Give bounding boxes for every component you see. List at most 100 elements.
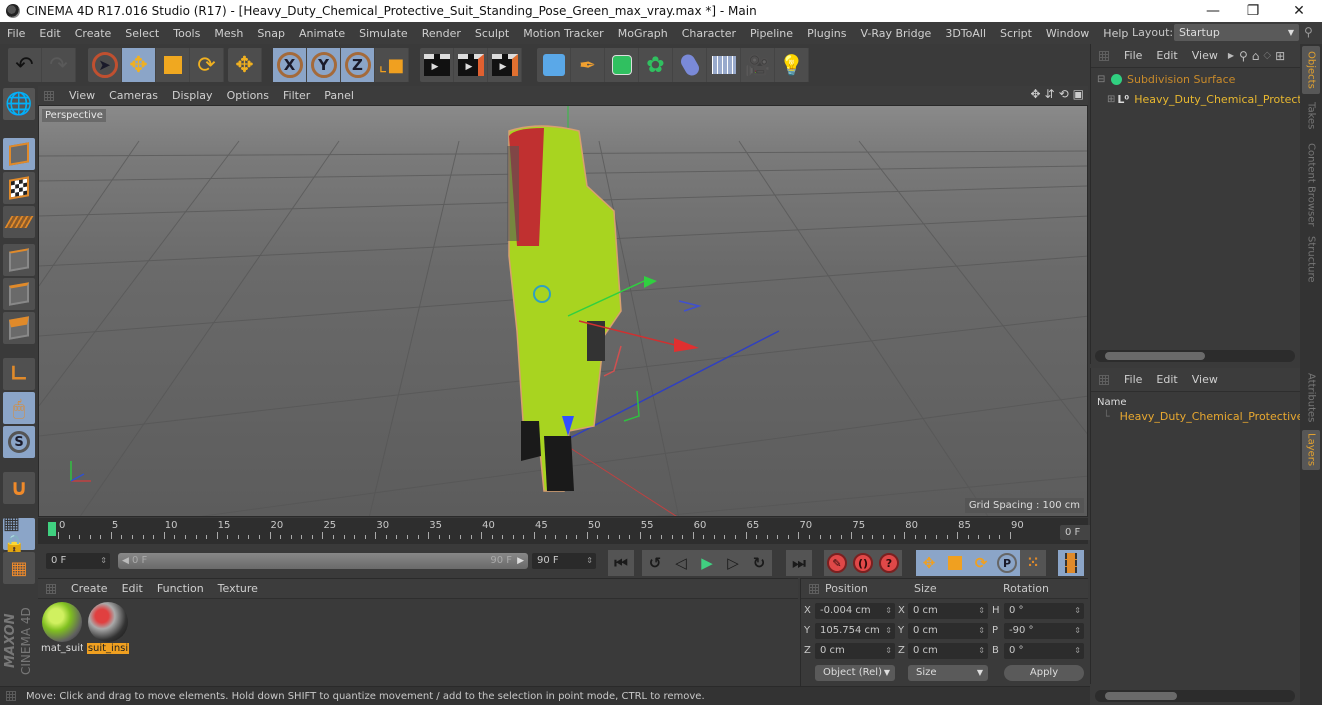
autokeying-button[interactable]: () xyxy=(850,550,876,576)
size-field[interactable]: 0 cm ⇕ xyxy=(908,643,988,659)
viewport-menu-options[interactable]: Options xyxy=(220,89,276,102)
layer-menu-file[interactable]: File xyxy=(1117,373,1149,386)
home-icon[interactable]: ⌂ xyxy=(1250,49,1262,63)
panel-grip-icon[interactable] xyxy=(44,90,54,101)
object-row-subdivision[interactable]: ⊟ Subdivision Surface xyxy=(1091,69,1300,89)
size-field[interactable]: 0 cm ⇕ xyxy=(908,603,988,619)
play-button[interactable]: ▶ xyxy=(694,550,720,576)
make-editable-button[interactable]: 🌐 xyxy=(3,88,35,120)
menu-plugins[interactable]: Plugins xyxy=(800,27,853,40)
position-field[interactable]: -0.004 cm ⇕ xyxy=(815,603,895,619)
playhead-marker[interactable] xyxy=(48,522,56,536)
viewport-menu-panel[interactable]: Panel xyxy=(317,89,361,102)
model-mode-button[interactable] xyxy=(3,138,35,170)
previous-frame-button[interactable]: ◁ xyxy=(668,550,694,576)
maximize-view-icon[interactable]: ▣ xyxy=(1073,87,1084,101)
menu-script[interactable]: Script xyxy=(993,27,1039,40)
locked-workplane-button[interactable]: ▦🔒 xyxy=(3,513,35,555)
menu-render[interactable]: Render xyxy=(415,27,468,40)
menu-tools[interactable]: Tools xyxy=(166,27,207,40)
timeline-button[interactable] xyxy=(1058,550,1084,576)
tab-attributes[interactable]: Attributes xyxy=(1302,370,1320,426)
magnet-button[interactable]: ∪ xyxy=(3,472,35,504)
x-axis-lock-button[interactable]: X xyxy=(273,48,307,82)
gizmo-y-head[interactable] xyxy=(644,276,657,288)
menu-mograph[interactable]: MoGraph xyxy=(611,27,675,40)
move-tool-button[interactable]: ✥ xyxy=(122,48,156,82)
more-menu-arrow-icon[interactable]: ▶ xyxy=(1225,51,1237,60)
layer-horizontal-scrollbar[interactable] xyxy=(1095,690,1295,702)
key-parameter-button[interactable]: P xyxy=(994,550,1020,576)
frame-range-slider[interactable]: ◀ 0 F 90 F ▶ xyxy=(118,553,528,569)
viewport-menu-display[interactable]: Display xyxy=(165,89,220,102)
render-settings-button[interactable] xyxy=(488,48,522,82)
axis-mode-button[interactable]: ∟ xyxy=(3,358,35,390)
panel-grip-icon[interactable] xyxy=(1099,50,1109,61)
add-light-button[interactable]: 💡 xyxy=(775,48,809,82)
orbit-icon[interactable]: ⟲ xyxy=(1059,87,1069,101)
scrollbar-thumb[interactable] xyxy=(1105,692,1177,700)
rotation-field[interactable]: -90 ° ⇕ xyxy=(1004,623,1084,639)
search-icon[interactable]: ⚲ xyxy=(1304,25,1313,39)
workplane-mode-button[interactable] xyxy=(3,206,35,238)
y-axis-lock-button[interactable]: Y xyxy=(307,48,341,82)
object-row-suit[interactable]: ⊞ L⁰ Heavy_Duty_Chemical_Protective_ xyxy=(1091,89,1300,109)
restore-button[interactable]: ❐ xyxy=(1230,0,1276,22)
add-deformer-button[interactable] xyxy=(673,48,707,82)
material-menu-function[interactable]: Function xyxy=(150,582,211,595)
coordinate-system-button[interactable]: ⌞■ xyxy=(375,48,409,82)
menu-motion-tracker[interactable]: Motion Tracker xyxy=(516,27,610,40)
expand-icon[interactable]: ⊞ xyxy=(1107,94,1115,105)
material-swatch[interactable]: mat_suit xyxy=(41,601,83,659)
object-menu-view[interactable]: View xyxy=(1185,49,1225,62)
timeline-ruler[interactable]: 0 5 10 15 20 25 30 35 40 45 50 55 60 65 70 75 80 85 90 0 F… xyxy=(38,518,1123,544)
gizmo-x-head[interactable] xyxy=(674,338,699,352)
layer-menu-view[interactable]: View xyxy=(1185,373,1225,386)
menu-pipeline[interactable]: Pipeline xyxy=(743,27,800,40)
menu-vray-bridge[interactable]: V-Ray Bridge xyxy=(853,27,938,40)
material-swatch[interactable]: suit_insi xyxy=(87,601,129,659)
gizmo-plane-handle-xz[interactable] xyxy=(678,300,702,312)
menu-create[interactable]: Create xyxy=(68,27,119,40)
material-menu-texture[interactable]: Texture xyxy=(211,582,265,595)
spinner-icon[interactable]: ⇕ xyxy=(978,643,985,659)
new-window-icon[interactable]: ⊞ xyxy=(1273,49,1287,63)
range-right-arrow-icon[interactable]: ▶ xyxy=(517,553,524,569)
layer-name-column-header[interactable]: Name xyxy=(1091,392,1300,408)
scale-tool-button[interactable] xyxy=(156,48,190,82)
perspective-viewport[interactable]: Perspective Grid Spacing : 100 cm xyxy=(38,105,1088,517)
menu-character[interactable]: Character xyxy=(675,27,743,40)
menu-3dtoall[interactable]: 3DToAll xyxy=(938,27,993,40)
spinner-icon[interactable]: ⇕ xyxy=(885,603,892,619)
undo-button[interactable]: ↶ xyxy=(8,48,42,82)
viewport-menu-filter[interactable]: Filter xyxy=(276,89,317,102)
close-button[interactable]: ✕ xyxy=(1276,0,1322,22)
add-spline-button[interactable]: ✒ xyxy=(571,48,605,82)
previous-key-button[interactable]: ↺ xyxy=(642,550,668,576)
menu-edit[interactable]: Edit xyxy=(32,27,67,40)
hazmat-suit-model[interactable] xyxy=(507,125,622,492)
redo-button[interactable]: ↷ xyxy=(42,48,76,82)
key-rotation-button[interactable]: ⟳ xyxy=(968,550,994,576)
rotation-field[interactable]: 0 ° ⇕ xyxy=(1004,603,1084,619)
menu-window[interactable]: Window xyxy=(1039,27,1096,40)
size-mode-dropdown[interactable]: Size ▼ xyxy=(908,665,988,681)
polygons-mode-button[interactable] xyxy=(3,312,35,344)
spinner-icon[interactable]: ⇕ xyxy=(978,603,985,619)
range-left-arrow-icon[interactable]: ◀ xyxy=(122,553,129,569)
menu-help[interactable]: Help xyxy=(1096,27,1135,40)
key-point-level-button[interactable]: ⁙ xyxy=(1020,550,1046,576)
next-frame-button[interactable]: ▷ xyxy=(720,550,746,576)
end-frame-field[interactable]: 90 F ⇕ xyxy=(532,553,596,569)
add-subdivision-button[interactable] xyxy=(605,48,639,82)
layer-menu-edit[interactable]: Edit xyxy=(1149,373,1184,386)
object-horizontal-scrollbar[interactable] xyxy=(1095,350,1295,362)
collapse-icon[interactable]: ⊟ xyxy=(1097,74,1109,85)
texture-mode-button[interactable] xyxy=(3,172,35,204)
planar-workplane-button[interactable]: ▦ xyxy=(3,552,35,584)
material-menu-edit[interactable]: Edit xyxy=(115,582,150,595)
rotation-field[interactable]: 0 ° ⇕ xyxy=(1004,643,1084,659)
edges-mode-button[interactable] xyxy=(3,278,35,310)
scrollbar-thumb[interactable] xyxy=(1105,352,1205,360)
dolly-icon[interactable]: ⇵ xyxy=(1045,87,1055,101)
